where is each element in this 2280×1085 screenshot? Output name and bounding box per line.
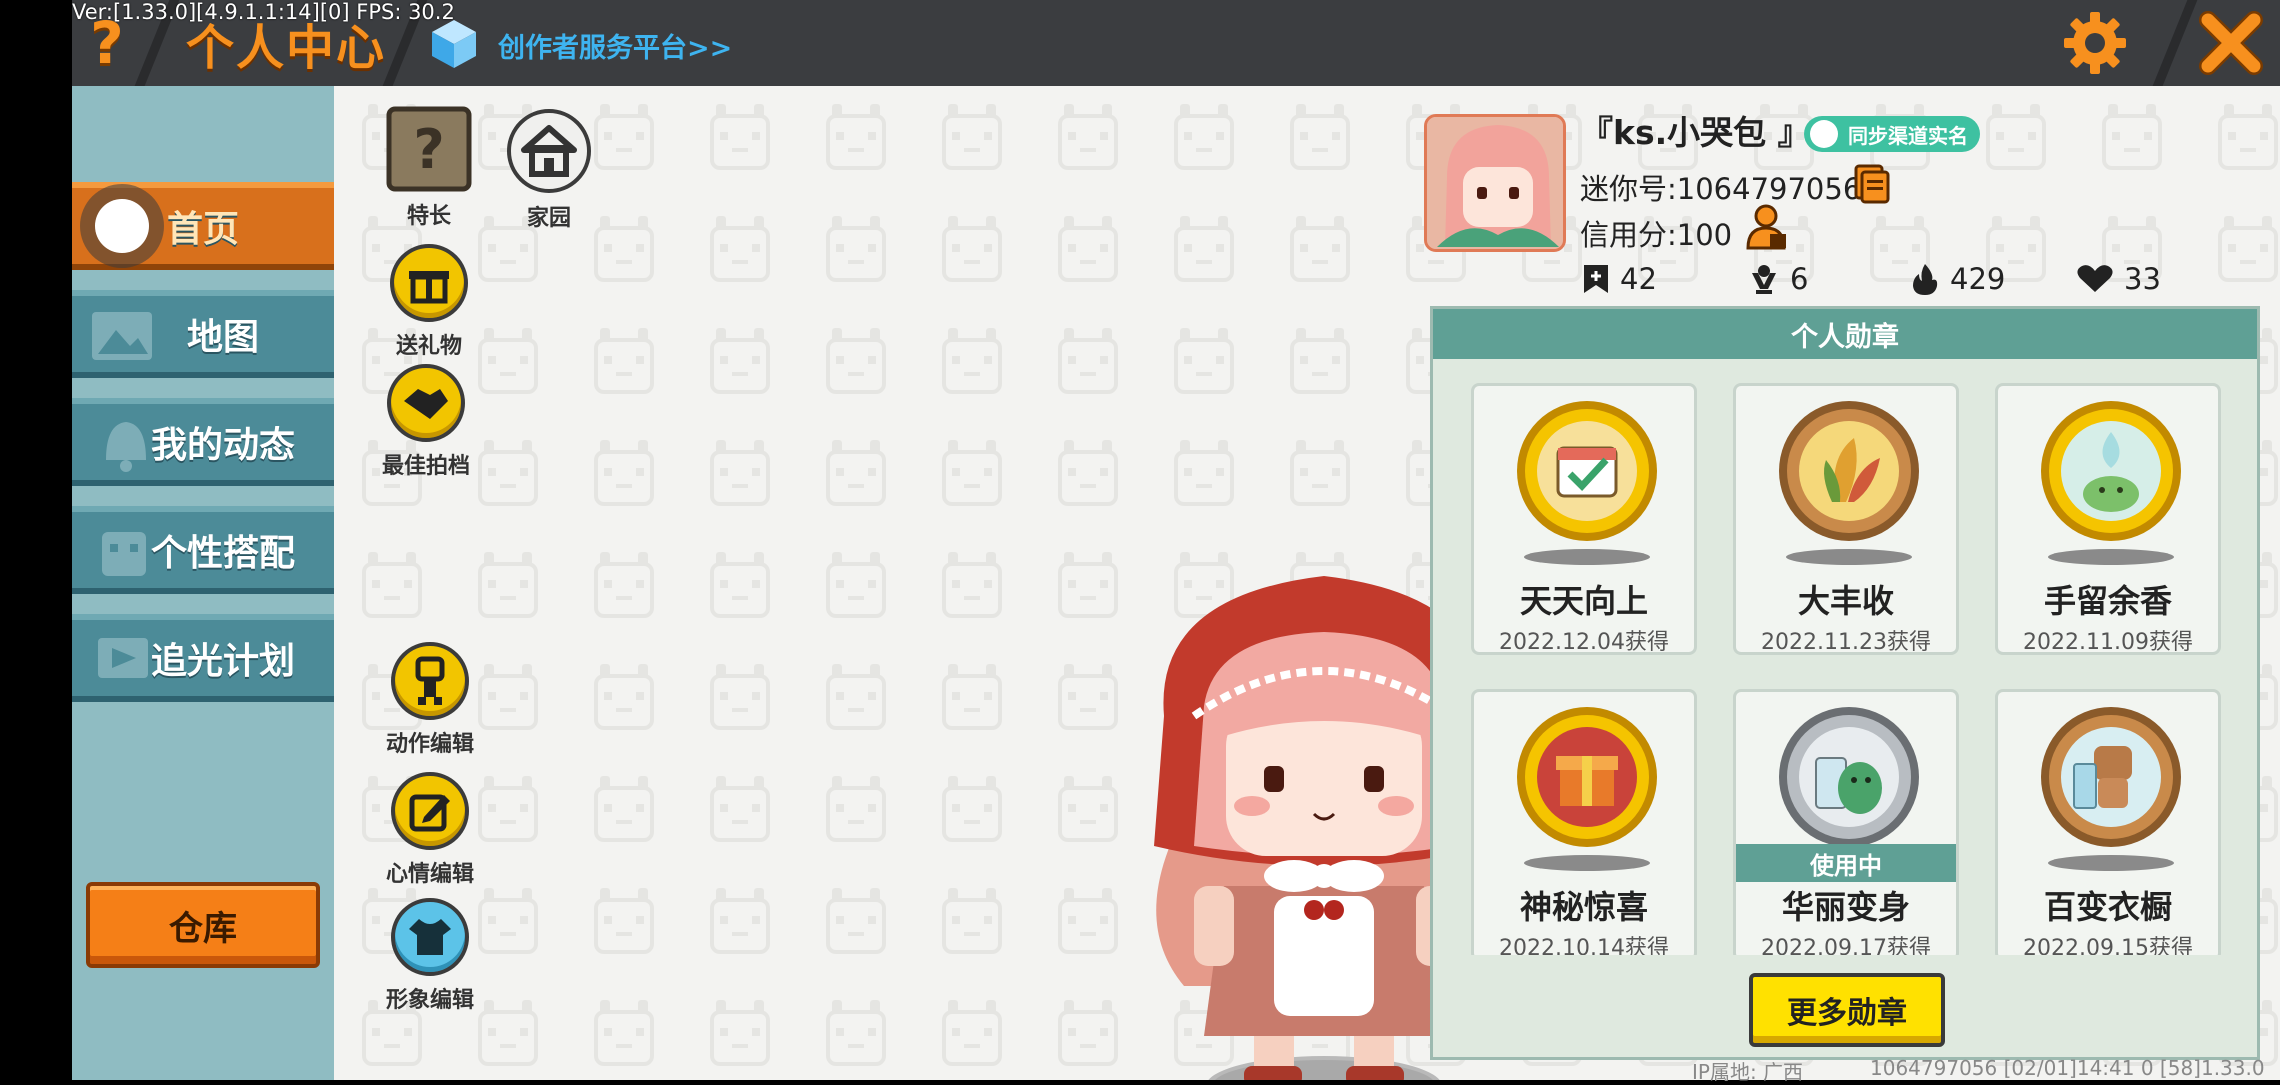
stat-value: 6: [1790, 262, 1809, 296]
close-icon[interactable]: [2196, 8, 2266, 78]
medal-date: 2022.10.14获得: [1499, 936, 1669, 955]
svg-text:?: ?: [413, 118, 444, 181]
medal-card[interactable]: 百变衣橱 2022.09.15获得: [1995, 689, 2221, 955]
realname-sync-label: 同步渠道实名: [1848, 123, 1968, 148]
medal-wardrobe-icon: [2041, 707, 2181, 847]
send-gift-button[interactable]: 送礼物: [390, 244, 468, 360]
stat-follow: 42: [1582, 262, 1657, 296]
medal-date: 2022.11.09获得: [2023, 630, 2193, 655]
medal-card[interactable]: 手留余香 2022.11.09获得: [1995, 383, 2221, 655]
medal-grid: 天天向上 2022.12.04获得 大丰收 2022.11.23获得 手留余香 …: [1433, 359, 2257, 955]
avatar-edit-label: 形象编辑: [386, 988, 475, 1013]
medal-shadow: [2048, 855, 2174, 871]
edit-icon: [391, 772, 469, 850]
medal-name: 百变衣橱: [2043, 888, 2172, 926]
medal-fragrance-icon: [2041, 401, 2181, 541]
medal-name: 天天向上: [1519, 582, 1648, 620]
medal-date: 2022.09.15获得: [2023, 936, 2193, 955]
gear-icon[interactable]: [2062, 10, 2128, 76]
user-verify-icon: [1810, 120, 1838, 148]
medal-shadow: [1524, 855, 1650, 871]
best-photo-label: 最佳拍档: [382, 454, 471, 479]
medal-card[interactable]: 大丰收 2022.11.23获得: [1733, 383, 1959, 655]
medal-gift-icon: [1517, 707, 1657, 847]
gift-icon: [390, 244, 468, 322]
specialty-label: 特长: [406, 204, 451, 229]
realname-sync-badge[interactable]: 同步渠道实名: [1804, 116, 1980, 152]
sidebar-item-label: 地图: [186, 317, 259, 358]
question-box-icon: ?: [386, 106, 472, 192]
action-edit-label: 动作编辑: [386, 732, 475, 757]
clothing-icon: [391, 898, 469, 976]
medal-shadow: [2048, 549, 2174, 565]
stat-value: 42: [1620, 262, 1657, 296]
medal-card[interactable]: 天天向上 2022.12.04获得: [1471, 383, 1697, 655]
in-use-badge: 使用中: [1736, 844, 1956, 882]
sidebar-item-label: 首页: [166, 209, 239, 250]
credit-score: 信用分:100: [1580, 218, 1733, 252]
stat-trophy: 6: [1748, 262, 1808, 296]
sidebar-item-outfit[interactable]: 个性搭配: [72, 506, 334, 594]
sidebar-item-label: 追光计划: [150, 641, 295, 682]
heart-icon: [2077, 265, 2113, 292]
mood-edit-button[interactable]: 心情编辑: [386, 772, 474, 888]
creator-cube-icon[interactable]: [430, 18, 478, 70]
handshake-icon: [387, 364, 465, 442]
warehouse-button[interactable]: 仓库: [86, 882, 320, 968]
avatar-edit-button[interactable]: 形象编辑: [386, 898, 474, 1014]
stat-value: 33: [2124, 262, 2161, 296]
copy-icon[interactable]: [1854, 164, 1890, 204]
stat-popularity: 429: [1910, 262, 2005, 296]
best-photo-button[interactable]: 最佳拍档: [382, 364, 470, 480]
more-medals-button[interactable]: 更多勋章: [1749, 973, 1945, 1047]
medal-date: 2022.12.04获得: [1499, 630, 1669, 655]
homeland-button[interactable]: 家园: [506, 108, 592, 232]
mood-edit-label: 心情编辑: [386, 862, 475, 887]
medal-shadow: [1786, 549, 1912, 565]
flame-icon: [1913, 264, 1938, 295]
medal-date: 2022.09.17获得: [1761, 936, 1931, 955]
medal-panel-title: 个人勋章: [1433, 309, 2257, 359]
action-edit-button[interactable]: 动作编辑: [386, 642, 474, 758]
medal-name: 大丰收: [1797, 582, 1894, 620]
trophy-icon: [1752, 265, 1776, 294]
medal-card[interactable]: 使用中 华丽变身 2022.09.17获得: [1733, 689, 1959, 955]
footer-info: 1064797056 [02/01]14:41 0 [58]1.33.0: [1870, 1056, 2265, 1080]
medal-panel: 个人勋章 天天向上 2022.12.04获得 大丰收 2022.11.23获得 …: [1430, 306, 2260, 1060]
sidebar-item-map[interactable]: 地图: [72, 290, 334, 378]
debug-overlay: Ver:[1.33.0][4.9.1.1:14][0] FPS: 30.2: [72, 0, 455, 24]
credit-user-icon[interactable]: [1746, 204, 1788, 250]
nickname: 『ks.小哭包 』: [1580, 113, 1811, 152]
sidebar-item-moments[interactable]: 我的动态: [72, 398, 334, 486]
medal-harvest-icon: [1779, 401, 1919, 541]
medal-name: 手留余香: [2043, 582, 2172, 620]
stat-value: 429: [1950, 262, 2006, 296]
medal-name: 华丽变身: [1781, 888, 1910, 926]
sidebar-item-spotlight[interactable]: 追光计划: [72, 614, 334, 702]
bookmark-plus-icon: [1584, 265, 1608, 293]
house-icon: [507, 109, 591, 193]
stat-likes: 33: [2076, 262, 2161, 296]
medal-shadow: [1524, 549, 1650, 565]
specialty-button[interactable]: ? 特长: [386, 106, 472, 230]
figure-icon: [391, 642, 469, 720]
medal-name: 神秘惊喜: [1519, 888, 1648, 926]
medal-date: 2022.11.23获得: [1761, 630, 1931, 655]
medal-transform-icon: [1779, 707, 1919, 847]
homeland-label: 家园: [526, 206, 571, 231]
creator-platform-link[interactable]: 创作者服务平台>>: [498, 26, 732, 65]
left-screen-edge: [0, 0, 72, 1080]
sidebar-item-label: 我的动态: [150, 425, 295, 466]
ip-location: IP属地: 广西: [1692, 1060, 1804, 1084]
mini-id: 迷你号:1064797056: [1580, 172, 1862, 206]
medal-card[interactable]: 神秘惊喜 2022.10.14获得: [1471, 689, 1697, 955]
medal-calendar-icon: [1517, 401, 1657, 541]
profile-avatar[interactable]: [1424, 114, 1566, 252]
sidebar-item-label: 个性搭配: [150, 533, 295, 574]
touch-indicator: [80, 184, 164, 268]
send-gift-label: 送礼物: [395, 334, 462, 359]
